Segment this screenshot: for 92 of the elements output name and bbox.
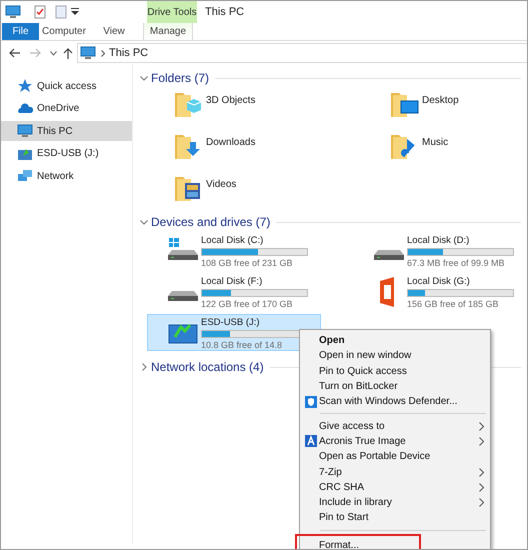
free-space-label: 108 GB free of 231 GB [201,257,294,269]
window-title: This PC [205,4,244,20]
sidebar-item[interactable]: OneDrive [1,98,132,118]
drive-tile[interactable]: Local Disk (G:) 156 GB free of 185 GB [353,273,527,310]
menu-item[interactable]: Turn on BitLocker [300,378,490,394]
sidebar-item-label: Network [37,170,74,184]
menu-item-label: 7-Zip [319,466,342,480]
folder-name[interactable]: 3D Objects [206,93,256,108]
hard-drive-icon [168,238,198,260]
menu-item[interactable]: Pin to Quick access [300,364,490,379]
sidebar-item-label: OneDrive [37,102,80,116]
shield-icon [305,396,317,408]
chevron-down-icon[interactable] [140,76,148,80]
chevron-right-icon[interactable] [142,363,147,371]
menu-item-label: Scan with Windows Defender... [319,395,458,410]
group-header[interactable]: Folders (7) [151,69,210,87]
menu-item-label: Turn on BitLocker [319,380,398,394]
hard-drive-icon [374,250,404,260]
folder-icon [173,174,203,204]
group-header[interactable]: Devices and drives (7) [151,213,270,231]
drive-name: ESD-USB (J:) [201,317,261,329]
menu-item[interactable]: Give access to [300,418,490,434]
drive-tile[interactable]: ESD-USB (J:) 10.8 GB free of 14.8 [147,314,321,351]
drive-name: Local Disk (G:) [407,276,471,288]
menu-item-label: Open in new window [319,349,412,364]
sidebar-item[interactable]: Network [1,166,132,186]
drive-tile[interactable]: Local Disk (C:) 108 GB free of 231 GB [147,232,321,269]
sidebar-item[interactable]: ESD-USB (J:) [1,144,132,164]
menu-item-label: Open [319,334,345,348]
menu-item[interactable]: CRC SHA [300,480,490,495]
folder-name[interactable]: Desktop [422,93,459,108]
folder-name[interactable]: Downloads [206,135,256,150]
back-arrow-icon[interactable] [8,48,20,58]
menu-item[interactable]: Format... [296,534,420,549]
drive-tile[interactable]: Local Disk (D:) 67.3 MB free of 99.9 MB [353,232,527,269]
star-icon [17,78,33,94]
chevron-right-icon [101,50,105,56]
menu-item[interactable]: Open as Portable Device [300,449,490,464]
properties-icon [33,5,47,19]
sidebar-item[interactable]: Quick access [1,76,132,96]
menu-item[interactable]: Pin to Start [300,510,490,526]
computer-icon [5,4,21,20]
sidebar-item-label: This PC [37,124,73,138]
computer-icon [80,45,96,61]
usb-drive-icon [168,324,198,344]
drive-name: Local Disk (C:) [201,235,264,247]
computer-icon [17,123,33,139]
up-arrow-icon[interactable] [63,47,73,59]
ribbon-tab[interactable]: Computer [39,23,89,40]
dropdown-icon [71,8,79,16]
ribbon-tab[interactable]: File [2,23,39,40]
context-tab-label: Drive Tools [147,1,197,23]
menu-item[interactable]: Include in library [300,494,490,510]
ribbon-tab[interactable]: View [89,23,139,40]
menu-item[interactable]: Open in new window [300,348,490,364]
menu-item-label: Acronis True Image [319,434,406,449]
free-space-label: 156 GB free of 185 GB [407,298,500,310]
menu-item[interactable]: Scan with Windows Defender... [300,394,490,410]
folder-name[interactable]: Music [422,135,448,150]
folder-name[interactable]: Videos [206,177,236,192]
folder-icon [173,132,203,162]
menu-item-label: Give access to [319,420,385,434]
ribbon-tab[interactable]: Manage [143,23,193,40]
menu-item-label: Pin to Start [319,511,368,526]
menu-item-label: Include in library [319,496,392,510]
new-folder-icon [55,5,67,19]
office-logo-icon [380,277,394,307]
letter-a-icon [305,435,317,448]
menu-item-label: Open as Portable Device [319,450,430,464]
sidebar-item-label: Quick access [37,80,96,94]
menu-item-label: CRC SHA [319,480,364,495]
address-bar[interactable]: This PC [77,43,527,63]
sidebar-item-label: ESD-USB (J:) [37,147,99,161]
menu-item-label: Pin to Quick access [319,364,407,379]
menu-item-label: Format... [319,539,360,549]
address-path: This PC [109,46,148,61]
folder-icon [389,90,419,120]
drive-tile[interactable]: Local Disk (F:) 122 GB free of 170 GB [147,273,321,310]
hard-drive-icon [168,291,198,301]
drive-name: Local Disk (F:) [201,276,264,288]
drive-name: Local Disk (D:) [407,235,470,247]
menu-item[interactable]: Acronis True Image [300,434,490,450]
sidebar-item[interactable]: This PC [1,121,132,141]
chevron-down-icon[interactable] [50,50,57,56]
free-space-label: 67.3 MB free of 99.9 MB [407,257,506,269]
chevron-down-icon[interactable] [140,220,148,224]
folder-icon [173,90,203,120]
menu-item[interactable]: 7-Zip [300,464,490,480]
group-header[interactable]: Network locations (4) [151,358,264,376]
free-space-label: 122 GB free of 170 GB [201,298,294,310]
free-space-label: 10.8 GB free of 14.8 [201,339,284,351]
network-icon [17,168,33,184]
